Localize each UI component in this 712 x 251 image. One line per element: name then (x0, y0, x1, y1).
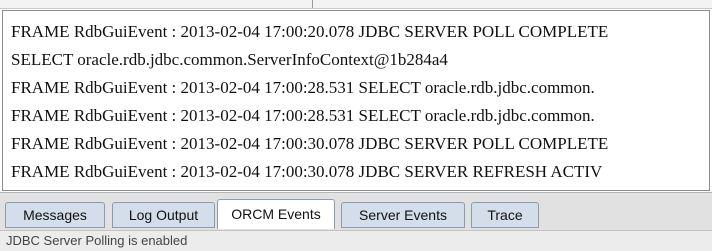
tab-trace[interactable]: Trace (471, 202, 539, 228)
log-line: FRAME RdbGuiEvent : 2013-02-04 17:00:30.… (11, 162, 603, 181)
log-line: FRAME RdbGuiEvent : 2013-02-04 17:00:28.… (11, 106, 595, 125)
log-line: FRAME RdbGuiEvent : 2013-02-04 17:00:20.… (11, 22, 609, 41)
tab-server-events[interactable]: Server Events (341, 202, 465, 228)
toolbar-separator (300, 0, 313, 8)
log-line: FRAME RdbGuiEvent : 2013-02-04 17:00:28.… (11, 78, 595, 97)
status-text: JDBC Server Polling is enabled (6, 233, 188, 248)
tab-log-output[interactable]: Log Output (112, 202, 215, 228)
status-bar: JDBC Server Polling is enabled (0, 230, 712, 251)
log-output-panel[interactable]: FRAME RdbGuiEvent : 2013-02-04 17:00:20.… (2, 10, 710, 191)
bottom-tab-bar: Messages Log Output ORCM Events Server E… (0, 192, 712, 230)
log-line: FRAME RdbGuiEvent : 2013-02-04 17:00:30.… (11, 134, 609, 153)
tab-orcm-events[interactable]: ORCM Events (217, 199, 335, 229)
log-line: SELECT oracle.rdb.jdbc.common.ServerInfo… (11, 50, 448, 69)
top-toolbar-strip (0, 0, 712, 9)
tab-messages[interactable]: Messages (5, 202, 105, 228)
